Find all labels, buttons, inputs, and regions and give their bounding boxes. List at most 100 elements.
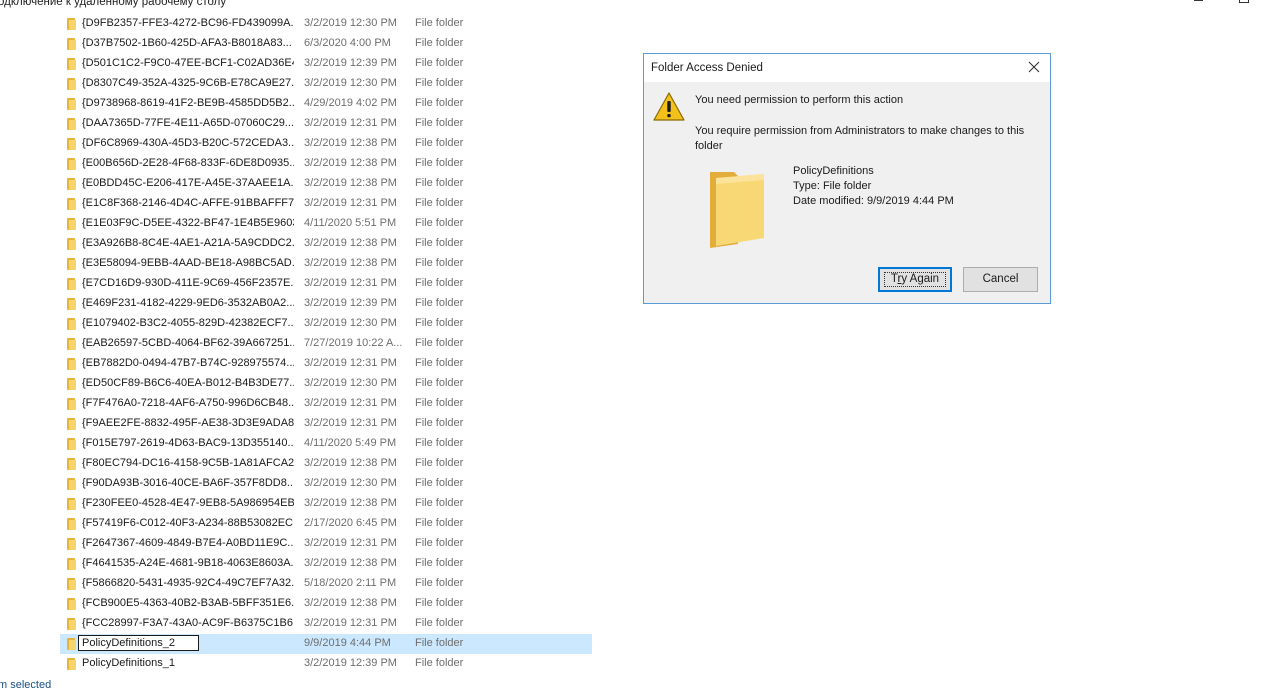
folder-icon <box>67 498 76 510</box>
file-name: {F57419F6-C012-40F3-A234-88B53082EC... <box>82 517 294 529</box>
file-row[interactable]: {D9FB2357-FFE3-4272-BC96-FD439099A... 3/2… <box>60 14 592 34</box>
file-row[interactable]: {E7CD16D9-930D-411E-9C69-456F2357E... 3/2… <box>60 274 592 294</box>
file-name: {EAB26597-5CBD-4064-BF62-39A667251... <box>82 337 294 349</box>
file-name: {D8307C49-352A-4325-9C6B-E78CA9E27... <box>82 77 294 89</box>
file-name: {DAA7365D-77FE-4E11-A65D-07060C29... <box>82 117 294 129</box>
file-type: File folder <box>415 217 464 229</box>
file-row[interactable]: {F80EC794-DC16-4158-9C5B-1A81AFCA2... 3/2… <box>60 454 592 474</box>
file-row[interactable]: {F90DA93B-3016-40CE-BA6F-357F8DD8... 3/2/… <box>60 474 592 494</box>
file-date-modified: 3/2/2019 12:30 PM <box>304 77 397 89</box>
file-date-modified: 3/2/2019 12:30 PM <box>304 477 397 489</box>
folder-date-modified: Date modified: 9/9/2019 4:44 PM <box>793 195 954 207</box>
file-row[interactable]: {E469F231-4182-4229-9ED6-3532AB0A2... 3/2… <box>60 294 592 314</box>
file-row[interactable]: {E0BDD45C-E206-417E-A45E-37AAEE1A... 3/2/… <box>60 174 592 194</box>
file-name: {F90DA93B-3016-40CE-BA6F-357F8DD8... <box>82 477 294 489</box>
file-row[interactable]: {E00B656D-2E28-4F68-833F-6DE8D0935... 3/2… <box>60 154 592 174</box>
rename-input[interactable]: PolicyDefinitions_2 <box>78 635 199 651</box>
folder-icon <box>67 198 76 210</box>
file-date-modified: 3/2/2019 12:38 PM <box>304 457 397 469</box>
file-type: File folder <box>415 377 464 389</box>
file-row[interactable]: {D501C1C2-F9C0-47EE-BCF1-C02AD36E4... 3/2… <box>60 54 592 74</box>
file-date-modified: 3/2/2019 12:31 PM <box>304 117 397 129</box>
file-name: {FCB900E5-4363-40B2-B3AB-5BFF351E6... <box>82 597 294 609</box>
file-type: File folder <box>415 317 464 329</box>
maximize-icon[interactable] <box>1234 0 1254 10</box>
folder-icon <box>67 558 76 570</box>
file-list: {D9FB2357-FFE3-4272-BC96-FD439099A... 3/2… <box>60 14 592 674</box>
file-date-modified: 3/2/2019 12:38 PM <box>304 257 397 269</box>
close-icon[interactable] <box>1025 58 1043 76</box>
file-row[interactable]: {D9738968-8619-41F2-BE9B-4585DD5B2... 4/2… <box>60 94 592 114</box>
file-date-modified: 3/2/2019 12:31 PM <box>304 397 397 409</box>
file-row[interactable]: {F9AEE2FE-8832-495F-AE38-3D3E9ADA8... 3/2… <box>60 414 592 434</box>
focus-rectangle <box>884 272 946 287</box>
file-name: PolicyDefinitions_1 <box>82 657 175 669</box>
file-date-modified: 4/11/2020 5:51 PM <box>304 217 397 229</box>
folder-icon <box>67 338 76 350</box>
folder-icon <box>67 358 76 370</box>
file-row[interactable]: {F230FEE0-4528-4E47-9EB8-5A986954EB... 3/… <box>60 494 592 514</box>
file-name: {E00B656D-2E28-4F68-833F-6DE8D0935... <box>82 157 294 169</box>
file-type: File folder <box>415 497 464 509</box>
file-row[interactable]: {E3A926B8-8C4E-4AE1-A21A-5A9CDDC2... 3/2/… <box>60 234 592 254</box>
file-type: File folder <box>415 617 464 629</box>
folder-icon <box>67 438 76 450</box>
cancel-button[interactable]: Cancel <box>963 267 1038 292</box>
file-row[interactable]: {E1C8F368-2146-4D4C-AFFE-91BBAFFF7... 3/2… <box>60 194 592 214</box>
file-name: {D9FB2357-FFE3-4272-BC96-FD439099A... <box>82 17 294 29</box>
file-row[interactable]: {DF6C8969-430A-45D3-B20C-572CEDA3... 3/2/… <box>60 134 592 154</box>
file-row[interactable]: {F015E797-2619-4D63-BAC9-13D355140... 4/1… <box>60 434 592 454</box>
file-row[interactable]: {E3E58094-9EBB-4AAD-BE18-A98BC5AD... 3/2/… <box>60 254 592 274</box>
file-row[interactable]: {DAA7365D-77FE-4E11-A65D-07060C29... 3/2/… <box>60 114 592 134</box>
file-date-modified: 3/2/2019 12:38 PM <box>304 137 397 149</box>
folder-icon <box>67 278 76 290</box>
file-row[interactable]: {FCC28997-F3A7-43A0-AC9F-B6375C1B6... 3/2… <box>60 614 592 634</box>
file-name: {ED50CF89-B6C6-40EA-B012-B4B3DE77... <box>82 377 294 389</box>
warning-icon <box>653 91 685 123</box>
file-date-modified: 3/2/2019 12:31 PM <box>304 357 397 369</box>
file-type: File folder <box>415 477 464 489</box>
folder-icon <box>67 618 76 630</box>
folder-icon <box>708 168 768 250</box>
file-type: File folder <box>415 557 464 569</box>
file-row[interactable]: {E1079402-B3C2-4055-829D-42382ECF7... 3/2… <box>60 314 592 334</box>
folder-icon <box>67 38 76 50</box>
file-date-modified: 4/11/2020 5:49 PM <box>304 437 397 449</box>
file-type: File folder <box>415 537 464 549</box>
file-type: File folder <box>415 437 464 449</box>
file-name: {E469F231-4182-4229-9ED6-3532AB0A2... <box>82 297 294 309</box>
folder-icon <box>67 78 76 90</box>
file-name: {E1079402-B3C2-4055-829D-42382ECF7... <box>82 317 294 329</box>
file-type: File folder <box>415 337 464 349</box>
file-row[interactable]: PolicyDefinitions_2 9/9/2019 4:44 PM File … <box>60 634 592 654</box>
file-row[interactable]: {EB7882D0-0494-47B7-B74C-928975574... 3/2… <box>60 354 592 374</box>
file-row[interactable]: PolicyDefinitions_1 3/2/2019 12:39 PM File… <box>60 654 592 674</box>
file-date-modified: 7/27/2019 10:22 A... <box>304 337 403 349</box>
minimize-icon[interactable] <box>1188 0 1208 10</box>
file-row[interactable]: {EAB26597-5CBD-4064-BF62-39A667251... 7/2… <box>60 334 592 354</box>
file-row[interactable]: {E1E03F9C-D5EE-4322-BF47-1E4B5E9603... 4/… <box>60 214 592 234</box>
folder-access-denied-dialog: Folder Access Denied You need permission… <box>643 53 1051 304</box>
folder-icon <box>67 58 76 70</box>
file-row[interactable]: {FCB900E5-4363-40B2-B3AB-5BFF351E6... 3/2… <box>60 594 592 614</box>
file-type: File folder <box>415 137 464 149</box>
file-row[interactable]: {F2647367-4609-4849-B7E4-A0BD11E9C... 3/2… <box>60 534 592 554</box>
folder-icon <box>67 578 76 590</box>
file-date-modified: 3/2/2019 12:30 PM <box>304 17 397 29</box>
dialog-detail: You require permission from Administrato… <box>695 125 1025 152</box>
file-row[interactable]: {D8307C49-352A-4325-9C6B-E78CA9E27... 3/2… <box>60 74 592 94</box>
file-row[interactable]: {F5866820-5431-4935-92C4-49C7EF7A32... 5/… <box>60 574 592 594</box>
file-type: File folder <box>415 257 464 269</box>
file-row[interactable]: {ED50CF89-B6C6-40EA-B012-B4B3DE77... 3/2/… <box>60 374 592 394</box>
file-name: {F9AEE2FE-8832-495F-AE38-3D3E9ADA8... <box>82 417 294 429</box>
file-row[interactable]: {F57419F6-C012-40F3-A234-88B53082EC... 2/… <box>60 514 592 534</box>
file-row[interactable]: {F7F476A0-7218-4AF6-A750-996D6CB48... 3/2… <box>60 394 592 414</box>
file-name: {E7CD16D9-930D-411E-9C69-456F2357E... <box>82 277 294 289</box>
dialog-title: Folder Access Denied <box>651 62 763 74</box>
try-again-button[interactable]: Try Again <box>878 267 952 292</box>
file-name: {F015E797-2619-4D63-BAC9-13D355140... <box>82 437 294 449</box>
file-row[interactable]: {D37B7502-1B60-425D-AFA3-B8018A83... 6/3/… <box>60 34 592 54</box>
file-row[interactable]: {F4641535-A24E-4681-9B18-4063E8603A... 3/… <box>60 554 592 574</box>
file-type: File folder <box>415 577 464 589</box>
file-date-modified: 3/2/2019 12:30 PM <box>304 317 397 329</box>
